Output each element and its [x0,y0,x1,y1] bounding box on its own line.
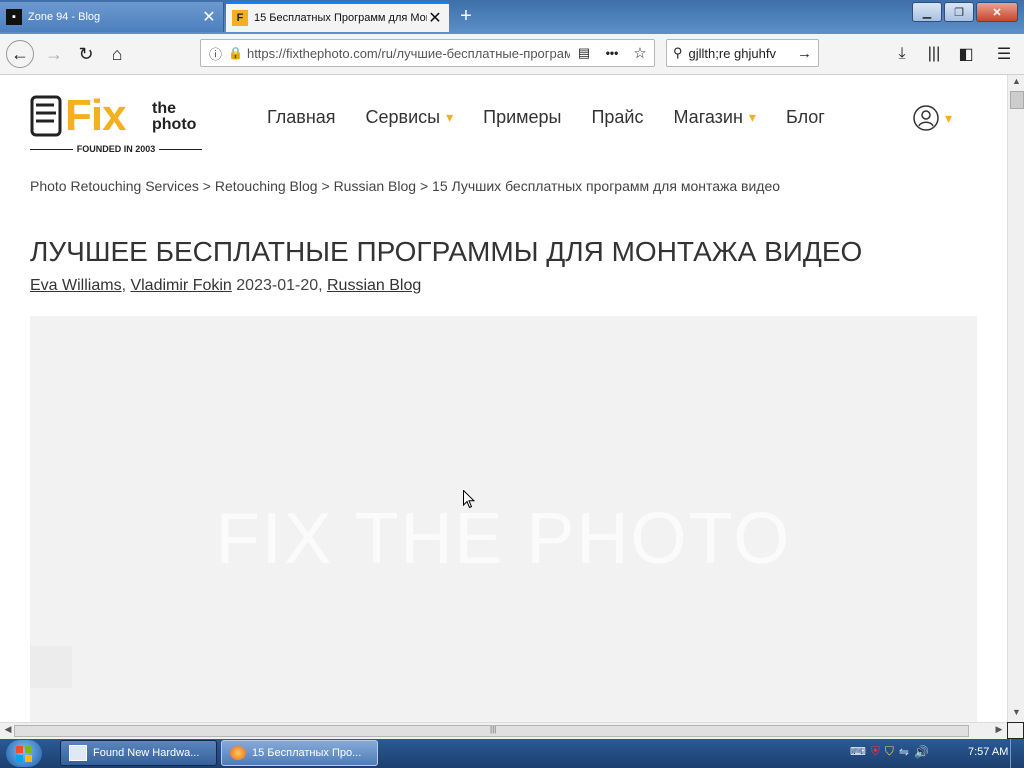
system-tray: ⌨ ⛨ ⛉ ⇋ 🔊 [850,744,929,759]
scrollbar-grip-icon: ||| [490,725,497,734]
search-icon: ⚲ [673,45,683,60]
mouse-cursor-icon [463,490,475,509]
nav-item-services[interactable]: Сервисы ▾ [366,107,454,128]
chevron-down-icon: ▾ [748,109,756,125]
site-logo[interactable]: Fix the photo FOUNDED IN 2003 [30,91,202,155]
logo-fix: Fix [65,91,127,140]
zone94-favicon-icon: ▪ [6,9,22,25]
nav-item-home[interactable]: Главная [267,107,336,128]
reader-view-icon[interactable]: ▤ [570,45,598,61]
volume-icon[interactable]: 🔊 [914,745,929,759]
close-window-icon[interactable]: ✕ [976,2,1018,22]
tab-zone94[interactable]: ▪ Zone 94 - Blog ✕ [0,2,224,32]
sidebar-icon[interactable]: ◧ [952,40,980,68]
new-tab-icon[interactable]: + [456,4,476,28]
taskbar-item-hardware[interactable]: Found New Hardwa... [60,740,217,766]
logo-founded: FOUNDED IN 2003 [30,144,202,154]
forward-icon[interactable]: → [40,40,68,68]
scrollbar-thumb[interactable] [1010,91,1024,109]
tab-title: Zone 94 - Blog [28,11,101,23]
taskbar-item-firefox[interactable]: 15 Бесплатных Про... [221,740,378,766]
go-arrow-icon[interactable]: → [797,45,812,62]
logo-the-photo: the photo [152,100,197,133]
horizontal-scrollbar[interactable]: ◀ ||| ▶ [0,722,1007,740]
web-page: Fix the photo FOUNDED IN 2003 Главная Сер… [0,75,1007,722]
browser-toolbar: ← → ↻ ⌂ ⓘ 🔒 https://fixthephoto.com/ru/л… [0,34,1024,75]
chevron-down-icon: ▾ [446,109,454,125]
article-date: 2023-01-20 [236,277,319,294]
close-tab-icon[interactable]: ✕ [427,8,443,28]
windows-logo-icon [16,745,32,762]
keyboard-icon[interactable]: ⌨ [850,745,866,758]
article-meta: Eva Williams, Vladimir Fokin 2023-01-20,… [30,277,422,294]
start-button[interactable] [6,740,42,767]
library-icon[interactable]: ||| [920,40,948,68]
close-tab-icon[interactable]: ✕ [201,7,217,27]
placeholder-square [30,646,72,688]
security-shield-icon[interactable]: ⛨ [871,744,880,759]
breadcrumb-link[interactable]: Photo Retouching Services [30,178,199,194]
user-menu[interactable]: ▾ [913,105,952,131]
tab-fixthephoto[interactable]: F 15 Бесплатных Программ для Монтажа Вид… [226,2,449,32]
hand-logo-icon [30,95,62,137]
nav-item-shop[interactable]: Магазин ▾ [673,107,755,128]
window-icon [69,745,87,761]
nav-item-pricing[interactable]: Прайс [591,107,643,128]
url-text[interactable]: https://fixthephoto.com/ru/лучшие-беспла… [247,46,570,61]
nav-item-examples[interactable]: Примеры [483,107,561,128]
search-query[interactable]: gjllth;re ghjuhfv [689,46,797,61]
page-title: ЛУЧШЕЕ БЕСПЛАТНЫЕ ПРОГРАММЫ ДЛЯ МОНТАЖА … [30,236,863,267]
warning-shield-icon[interactable]: ⛉ [885,744,894,759]
author-link[interactable]: Eva Williams [30,277,122,294]
home-icon[interactable]: ⌂ [103,40,131,68]
page-actions-icon[interactable]: ••• [598,46,626,60]
fixthephoto-favicon-icon: F [232,10,248,26]
maximize-icon[interactable]: ❐ [944,2,974,22]
hero-watermark: FIX THE PHOTO [215,499,792,579]
info-icon[interactable]: ⓘ [209,44,222,63]
lock-icon: 🔒 [228,46,243,60]
bookmark-star-icon[interactable]: ☆ [626,44,654,62]
vertical-scrollbar[interactable]: ▲ ▼ [1007,75,1024,722]
nav-item-blog[interactable]: Блог [786,107,825,128]
scroll-up-icon[interactable]: ▲ [1008,76,1024,90]
back-icon[interactable]: ← [6,40,34,68]
firefox-icon [230,746,246,760]
window-controls: ▁ ❐ ✕ [912,2,1018,22]
url-bar[interactable]: ⓘ 🔒 https://fixthephoto.com/ru/лучшие-бе… [200,39,655,67]
scroll-down-icon[interactable]: ▼ [1008,707,1024,721]
browser-tab-bar: ▪ Zone 94 - Blog ✕ F 15 Бесплатных Прогр… [0,0,1024,34]
tab-title: 15 Бесплатных Программ для Монтажа Видео [254,12,427,24]
taskbar: Found New Hardwa... 15 Бесплатных Про...… [0,739,1024,768]
hamburger-menu-icon[interactable]: ☰ [990,40,1018,68]
show-desktop-button[interactable] [1010,739,1024,768]
breadcrumb-current: 15 Лучших бесплатных программ для монтаж… [432,178,781,194]
category-link[interactable]: Russian Blog [327,277,421,294]
download-icon[interactable]: ⤓ [888,40,916,68]
main-nav: Главная Сервисы ▾ Примеры Прайс Магазин ▾ … [267,107,855,128]
reload-icon[interactable]: ↻ [72,40,100,68]
scrollbar-corner [1007,722,1024,739]
minimize-icon[interactable]: ▁ [912,2,942,22]
author-link[interactable]: Vladimir Fokin [130,277,231,294]
scroll-left-icon[interactable]: ◀ [1,724,15,738]
breadcrumb-link[interactable]: Retouching Blog [215,178,318,194]
user-avatar-icon [913,105,939,131]
chevron-down-icon: ▾ [945,109,953,126]
breadcrumb-link[interactable]: Russian Blog [334,178,417,194]
hero-image: FIX THE PHOTO [30,316,977,722]
breadcrumb: Photo Retouching Services > Retouching B… [30,178,781,194]
scroll-right-icon[interactable]: ▶ [992,724,1006,738]
network-icon[interactable]: ⇋ [899,745,909,759]
search-bar[interactable]: ⚲ gjllth;re ghjuhfv → [666,39,819,67]
taskbar-clock[interactable]: 7:57 AM [968,746,1008,758]
